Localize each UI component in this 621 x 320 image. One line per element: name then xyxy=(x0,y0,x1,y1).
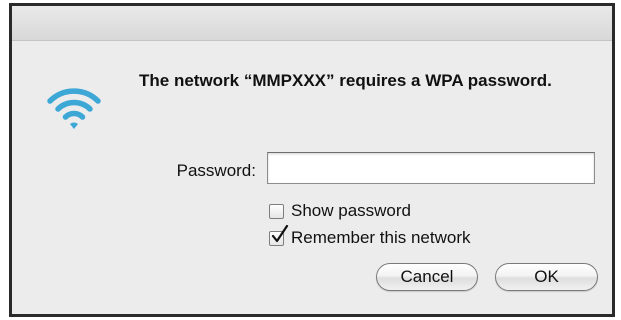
wifi-icon xyxy=(47,88,101,129)
remember-network-option[interactable]: Remember this network xyxy=(269,224,471,248)
dialog-titlebar xyxy=(12,6,612,41)
show-password-option[interactable]: Show password xyxy=(269,201,411,221)
remember-network-label: Remember this network xyxy=(291,228,471,247)
dialog-content: The network “MMPXXX” requires a WPA pass… xyxy=(12,41,612,314)
cancel-button[interactable]: Cancel xyxy=(376,263,478,291)
show-password-label: Show password xyxy=(291,201,412,220)
wifi-password-dialog: The network “MMPXXX” requires a WPA pass… xyxy=(9,3,615,317)
password-field[interactable] xyxy=(267,152,595,184)
show-password-checkbox[interactable] xyxy=(269,203,284,219)
remember-network-checkbox[interactable] xyxy=(269,224,289,246)
password-label: Password: xyxy=(176,161,256,180)
ok-button[interactable]: OK xyxy=(495,263,598,291)
dialog-message: The network “MMPXXX” requires a WPA pass… xyxy=(139,71,552,90)
checkmark-icon xyxy=(271,224,289,242)
